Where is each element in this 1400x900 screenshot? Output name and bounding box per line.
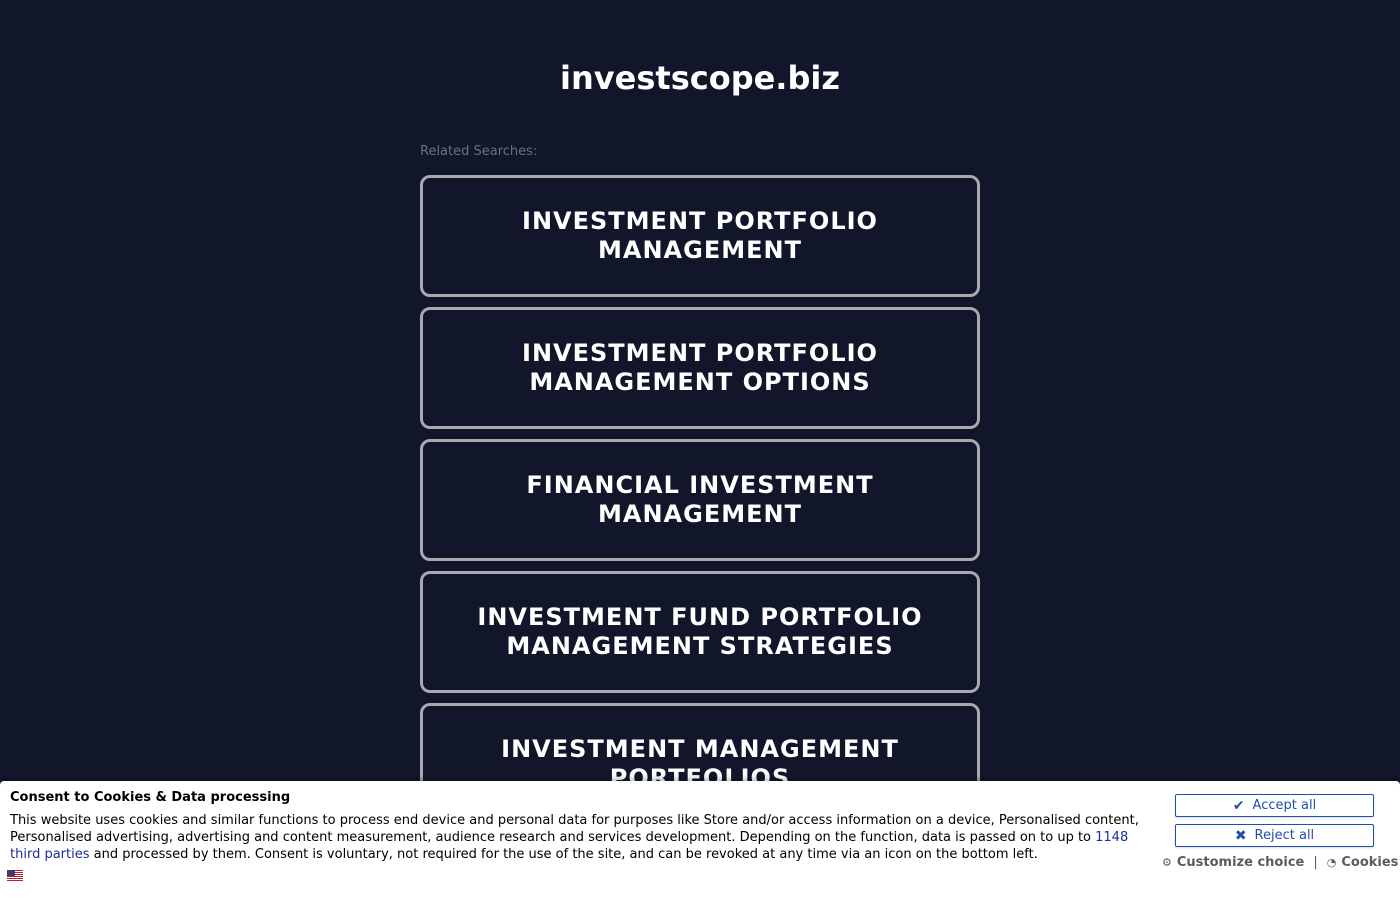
related-searches-label: Related Searches: <box>420 144 538 159</box>
consent-title: Consent to Cookies & Data processing <box>10 790 291 805</box>
cookie-icon: ◔ <box>1326 856 1337 869</box>
related-search-label: INVESTMENT FUND PORTFOLIO MANAGEMENT STR… <box>477 603 923 660</box>
consent-description: This website uses cookies and similar fu… <box>10 812 1145 863</box>
accept-all-label: Accept all <box>1252 798 1317 813</box>
x-icon: ✖ <box>1234 827 1247 844</box>
consent-text-after: and processed by them. Consent is volunt… <box>89 847 1038 862</box>
related-search-link[interactable]: INVESTMENT PORTFOLIO MANAGEMENT OPTIONS <box>420 307 980 429</box>
gear-icon: ⚙ <box>1162 856 1172 869</box>
cookies-label: Cookies <box>1341 855 1399 870</box>
accept-all-button[interactable]: ✔ Accept all <box>1175 794 1374 817</box>
cookie-consent-banner: Consent to Cookies & Data processing Thi… <box>0 781 1400 900</box>
reject-all-label: Reject all <box>1254 828 1315 843</box>
related-search-link[interactable]: FINANCIAL INVESTMENT MANAGEMENT <box>420 439 980 561</box>
consent-text-before: This website uses cookies and similar fu… <box>10 813 1139 845</box>
customize-choice-label: Customize choice <box>1176 855 1305 870</box>
related-search-label: FINANCIAL INVESTMENT MANAGEMENT <box>526 471 874 528</box>
reject-all-button[interactable]: ✖ Reject all <box>1175 824 1374 847</box>
related-searches-list: INVESTMENT PORTFOLIO MANAGEMENT INVESTME… <box>420 175 980 835</box>
consent-secondary-links: ⚙ Customize choice | ◔ Cookies <box>1162 855 1398 870</box>
related-search-link[interactable]: INVESTMENT FUND PORTFOLIO MANAGEMENT STR… <box>420 571 980 693</box>
customize-choice-link[interactable]: ⚙ Customize choice <box>1162 855 1304 870</box>
page: investscope.biz Related Searches: INVEST… <box>0 0 1400 900</box>
related-search-link[interactable]: INVESTMENT PORTFOLIO MANAGEMENT <box>420 175 980 297</box>
related-search-label: INVESTMENT PORTFOLIO MANAGEMENT <box>522 207 878 264</box>
site-title: investscope.biz <box>560 59 840 97</box>
check-icon: ✔ <box>1232 797 1245 814</box>
link-separator: | <box>1313 855 1318 870</box>
us-flag-icon[interactable] <box>7 870 23 881</box>
related-search-label: INVESTMENT PORTFOLIO MANAGEMENT OPTIONS <box>522 339 878 396</box>
cookies-link[interactable]: ◔ Cookies <box>1327 855 1399 870</box>
